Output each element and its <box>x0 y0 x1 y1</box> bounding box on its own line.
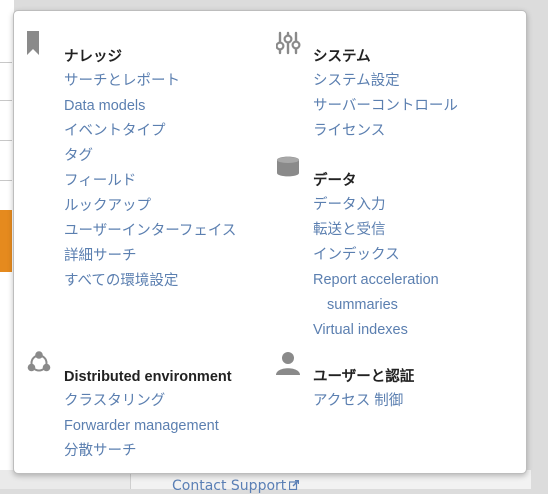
knowledge-menu-list: サーチとレポート Data models イベントタイプ タグ フィールド ルッ… <box>64 69 236 294</box>
menu-item-licensing[interactable]: ライセンス <box>313 119 458 144</box>
menu-item-event-types[interactable]: イベントタイプ <box>64 119 236 144</box>
contact-support-label: Contact Support <box>172 478 287 494</box>
contact-support-link[interactable]: Contact Support <box>172 478 300 494</box>
distributed-network-icon <box>27 351 53 377</box>
background-orange-bar <box>0 210 12 272</box>
menu-item-searches-reports[interactable]: サーチとレポート <box>64 69 236 94</box>
knowledge-title: ナレッジ <box>64 49 122 65</box>
sliders-icon <box>275 31 302 57</box>
menu-item-lookups[interactable]: ルックアップ <box>64 194 236 219</box>
menu-item-tags[interactable]: タグ <box>64 144 236 169</box>
background-divider <box>0 140 12 141</box>
data-title: データ <box>313 173 357 189</box>
menu-item-system-settings[interactable]: システム設定 <box>313 69 458 94</box>
menu-item-fields[interactable]: フィールド <box>64 169 236 194</box>
menu-item-forwarder-management[interactable]: Forwarder management <box>64 414 219 439</box>
users-authentication-title: ユーザーと認証 <box>313 369 415 385</box>
menu-item-data-inputs[interactable]: データ入力 <box>313 193 439 218</box>
menu-item-server-controls[interactable]: サーバーコントロール <box>313 94 458 119</box>
user-icon <box>276 351 302 377</box>
menu-item-virtual-indexes[interactable]: Virtual indexes <box>313 318 439 343</box>
background-divider <box>0 62 12 63</box>
menu-item-clustering[interactable]: クラスタリング <box>64 389 219 414</box>
menu-item-distributed-search[interactable]: 分散サーチ <box>64 439 219 464</box>
distributed-environment-menu-list: クラスタリング Forwarder management 分散サーチ <box>64 389 219 464</box>
menu-item-report-acceleration-summaries[interactable]: summaries <box>313 293 439 318</box>
menu-item-indexes[interactable]: インデックス <box>313 243 439 268</box>
system-menu-list: システム設定 サーバーコントロール ライセンス <box>313 69 458 144</box>
menu-item-advanced-search[interactable]: 詳細サーチ <box>64 244 236 269</box>
menu-item-data-models[interactable]: Data models <box>64 94 236 119</box>
external-link-icon <box>289 478 300 491</box>
background-divider <box>0 100 12 101</box>
bookmark-icon <box>27 31 53 57</box>
distributed-environment-title: Distributed environment <box>64 369 232 385</box>
menu-item-user-interface[interactable]: ユーザーインターフェイス <box>64 219 236 244</box>
menu-item-report-acceleration[interactable]: Report acceleration <box>313 268 439 293</box>
users-authentication-menu-list: アクセス 制御 <box>313 389 403 414</box>
menu-item-all-configurations[interactable]: すべての環境設定 <box>64 269 236 294</box>
menu-item-forwarding-receiving[interactable]: 転送と受信 <box>313 218 439 243</box>
background-divider <box>0 180 12 181</box>
database-icon <box>276 155 302 181</box>
menu-item-access-controls[interactable]: アクセス 制御 <box>313 389 403 414</box>
system-title: システム <box>313 49 371 65</box>
data-menu-list: データ入力 転送と受信 インデックス Report acceleration s… <box>313 193 439 343</box>
settings-menu-panel: ナレッジ サーチとレポート Data models イベントタイプ タグ フィー… <box>13 10 527 474</box>
